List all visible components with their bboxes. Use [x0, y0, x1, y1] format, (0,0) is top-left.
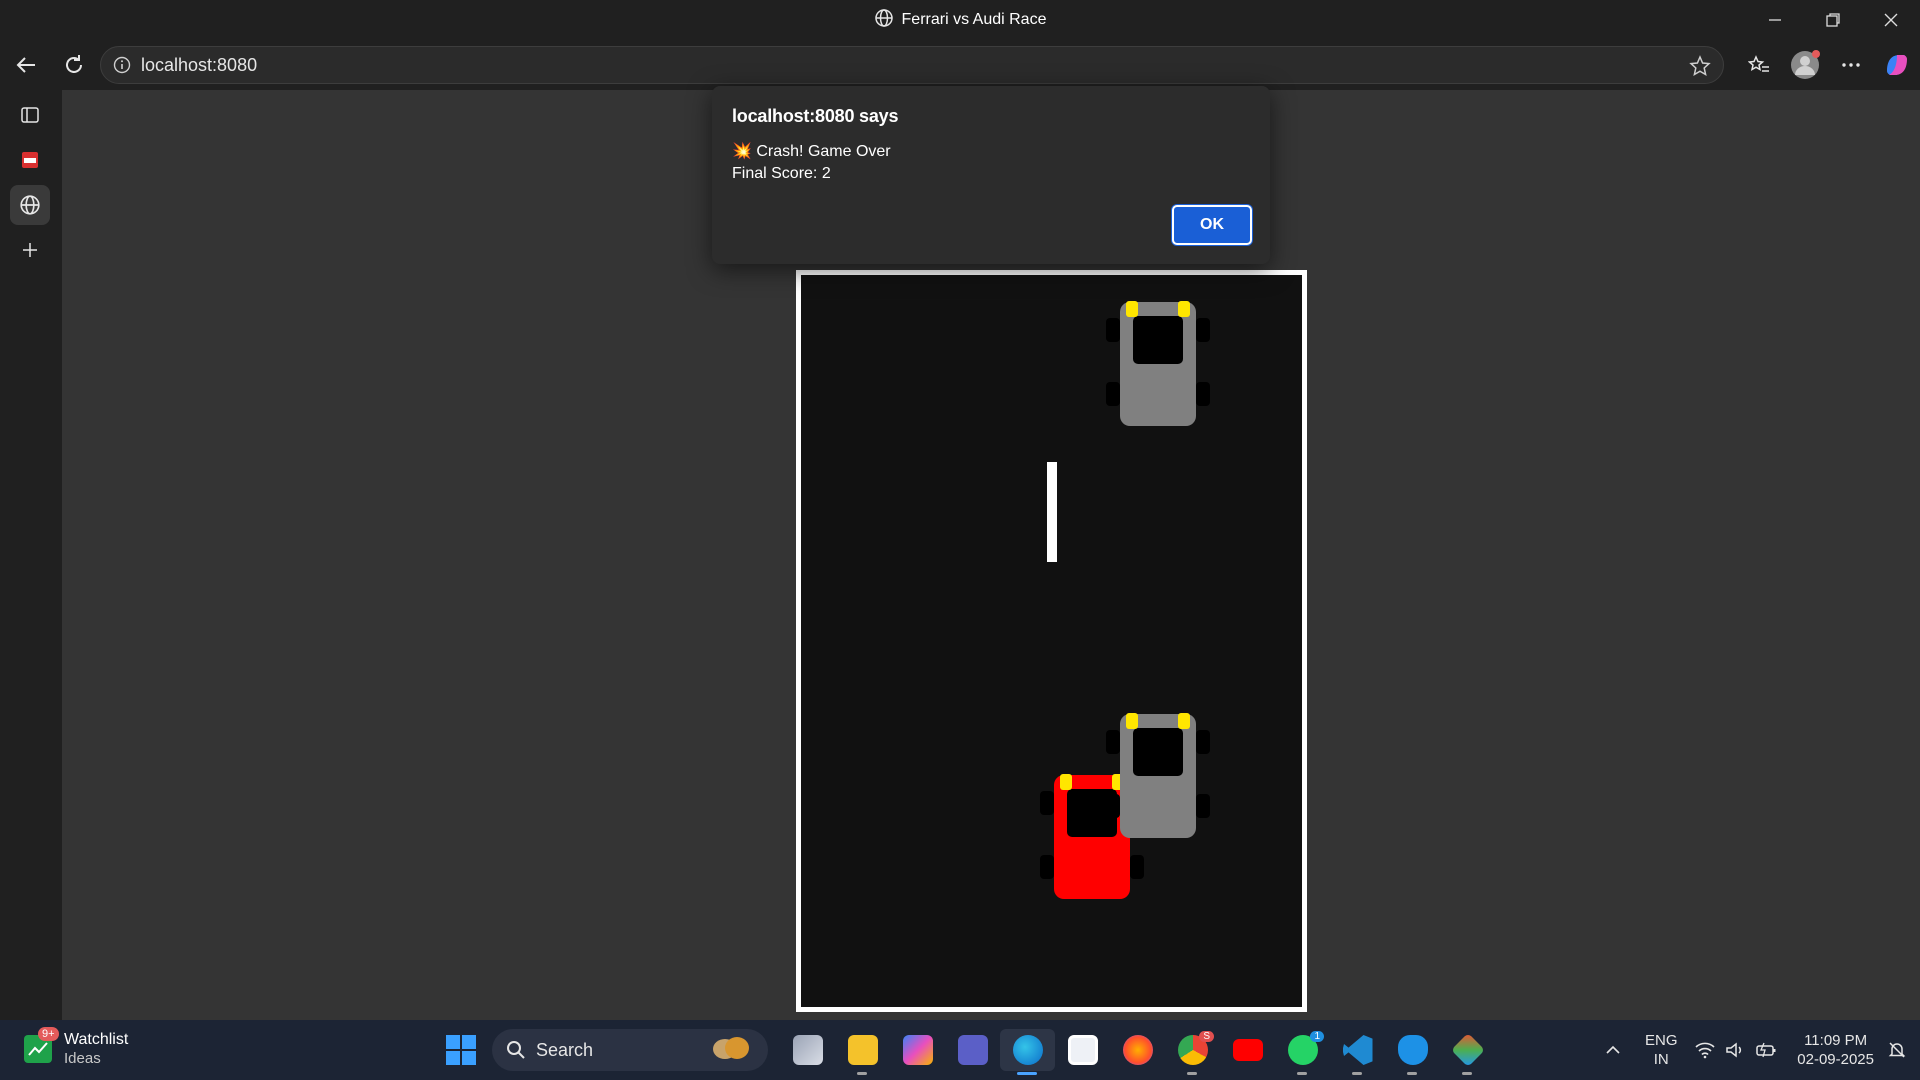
browser-sidebar — [0, 90, 62, 1020]
more-options-button[interactable] — [1828, 45, 1874, 85]
time: 11:09 PM — [1804, 1032, 1868, 1049]
dialog-title: localhost:8080 says — [732, 106, 899, 126]
git-icon — [1450, 1033, 1485, 1067]
taskbar: 9+ Watchlist Ideas Search S 1 ENG IN 11:… — [0, 1020, 1920, 1080]
chrome-button[interactable]: S — [1165, 1029, 1220, 1075]
copilot-icon — [902, 1035, 933, 1065]
language-indicator[interactable]: ENG IN — [1633, 1031, 1689, 1069]
system-tray: ENG IN 11:09 PM 02-09-2025 — [1593, 1020, 1920, 1080]
chrome-badge: S — [1199, 1031, 1214, 1042]
url-text[interactable]: localhost:8080 — [141, 55, 257, 76]
info-icon[interactable] — [113, 56, 131, 74]
player-car — [1040, 774, 1144, 899]
lang-top: ENG — [1645, 1032, 1678, 1049]
refresh-icon — [66, 55, 82, 73]
favorites-button[interactable] — [1736, 45, 1782, 85]
enemy-car — [1106, 713, 1210, 838]
teams-button[interactable] — [945, 1029, 1000, 1071]
show-hidden-icons-button[interactable] — [1593, 1042, 1633, 1058]
chevron-up-icon — [1606, 1045, 1620, 1054]
folder-icon — [847, 1035, 878, 1065]
youtube-button[interactable] — [1220, 1029, 1275, 1071]
copilot-app-button[interactable] — [890, 1029, 945, 1071]
quick-settings-button[interactable] — [1689, 1041, 1783, 1059]
plus-icon — [23, 243, 37, 257]
lang-bottom: IN — [1653, 1051, 1669, 1068]
youtube-icon — [1232, 1039, 1263, 1061]
start-button[interactable] — [446, 1035, 476, 1065]
docker-button[interactable] — [1385, 1029, 1440, 1075]
widget-title: Watchlist — [64, 1031, 129, 1048]
alert-dialog: localhost:8080 says 💥 Crash! Game Over F… — [712, 86, 1270, 264]
copilot-icon — [1887, 55, 1907, 75]
docker-icon — [1397, 1035, 1428, 1065]
favorites-list-icon — [1748, 55, 1769, 72]
whatsapp-button[interactable]: 1 — [1275, 1029, 1330, 1075]
notification-bell-icon — [1888, 1042, 1906, 1058]
pdf-tab-button[interactable] — [10, 140, 50, 180]
search-placeholder: Search — [536, 1039, 594, 1060]
wifi-icon — [1695, 1042, 1715, 1059]
taskbar-search[interactable]: Search — [492, 1029, 768, 1071]
refresh-button[interactable] — [52, 45, 96, 85]
whatsapp-badge: 1 — [1310, 1031, 1324, 1042]
window-title-group: Ferrari vs Audi Race — [874, 8, 1047, 33]
address-bar[interactable]: localhost:8080 — [100, 46, 1724, 84]
active-tab-button[interactable] — [10, 185, 50, 225]
back-arrow-icon — [16, 57, 35, 73]
lane-marker — [1047, 462, 1057, 562]
pdf-icon — [22, 152, 38, 168]
file-explorer-button[interactable] — [835, 1029, 890, 1075]
enemy-car — [1106, 301, 1210, 426]
new-tab-button[interactable] — [10, 230, 50, 270]
globe-icon — [20, 195, 40, 215]
battery-icon — [1756, 1042, 1776, 1058]
search-highlight-icon — [708, 1034, 754, 1067]
window-titlebar: Ferrari vs Audi Race — [0, 0, 1920, 40]
teams-icon — [957, 1035, 988, 1065]
profile-button[interactable] — [1782, 45, 1828, 85]
minimize-button[interactable] — [1746, 0, 1804, 40]
store-button[interactable] — [1055, 1029, 1110, 1071]
edge-icon — [1012, 1035, 1043, 1065]
close-window-button[interactable] — [1862, 0, 1920, 40]
globe-icon — [874, 8, 894, 33]
git-button[interactable] — [1440, 1029, 1495, 1075]
ellipsis-icon — [1842, 63, 1860, 67]
vscode-button[interactable] — [1330, 1029, 1385, 1075]
restore-button[interactable] — [1804, 0, 1862, 40]
notifications-button[interactable] — [1882, 1041, 1912, 1059]
stocks-icon: 9+ — [24, 1027, 59, 1063]
firefox-button[interactable] — [1110, 1029, 1165, 1071]
task-view-icon — [792, 1035, 823, 1065]
widget-subtitle: Ideas — [64, 1050, 101, 1067]
tab-actions-button[interactable] — [10, 95, 50, 135]
vscode-icon — [1342, 1035, 1373, 1065]
ok-button[interactable]: OK — [1172, 205, 1252, 245]
watchlist-widget[interactable]: 9+ Watchlist Ideas — [24, 1027, 129, 1068]
task-view-button[interactable] — [780, 1029, 835, 1071]
avatar — [1791, 50, 1820, 79]
dialog-message: 💥 Crash! Game Over Final Score: 2 — [732, 141, 1250, 185]
game-canvas[interactable] — [796, 270, 1307, 1012]
date: 02-09-2025 — [1797, 1051, 1874, 1068]
taskbar-apps: S 1 — [780, 1029, 1495, 1075]
copilot-button[interactable] — [1874, 45, 1920, 85]
edge-button[interactable] — [1000, 1029, 1055, 1075]
clock[interactable]: 11:09 PM 02-09-2025 — [1797, 1031, 1874, 1069]
firefox-icon — [1122, 1035, 1153, 1065]
favorite-star-icon[interactable] — [1689, 55, 1711, 82]
store-icon — [1067, 1035, 1098, 1065]
volume-icon — [1726, 1042, 1742, 1058]
tabs-icon — [21, 107, 39, 123]
window-title: Ferrari vs Audi Race — [901, 11, 1047, 28]
search-icon — [507, 1041, 525, 1059]
crash-message: 💥 Crash! Game Over — [732, 143, 891, 160]
widget-badge: 9+ — [38, 1027, 59, 1041]
final-score: Final Score: 2 — [732, 165, 831, 182]
back-button[interactable] — [4, 45, 48, 85]
